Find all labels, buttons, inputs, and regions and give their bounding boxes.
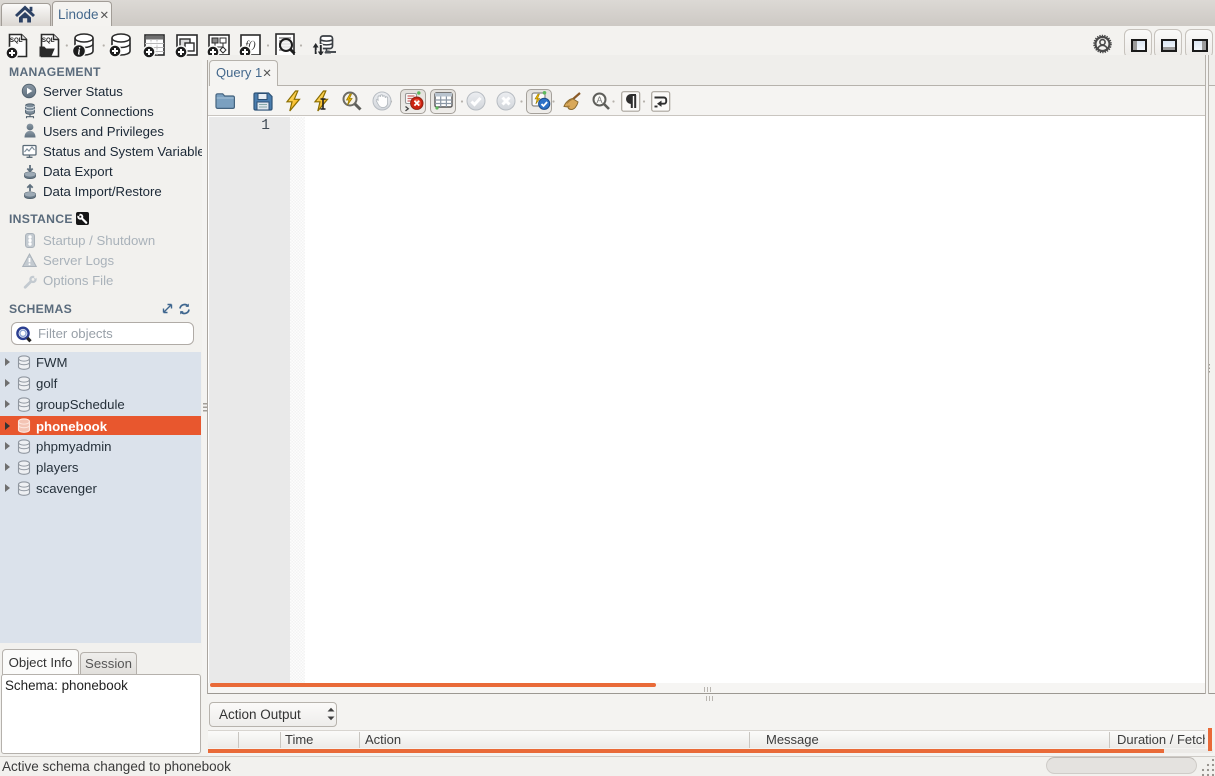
svg-text:A: A: [596, 95, 602, 105]
svg-text:i: i: [78, 47, 81, 58]
